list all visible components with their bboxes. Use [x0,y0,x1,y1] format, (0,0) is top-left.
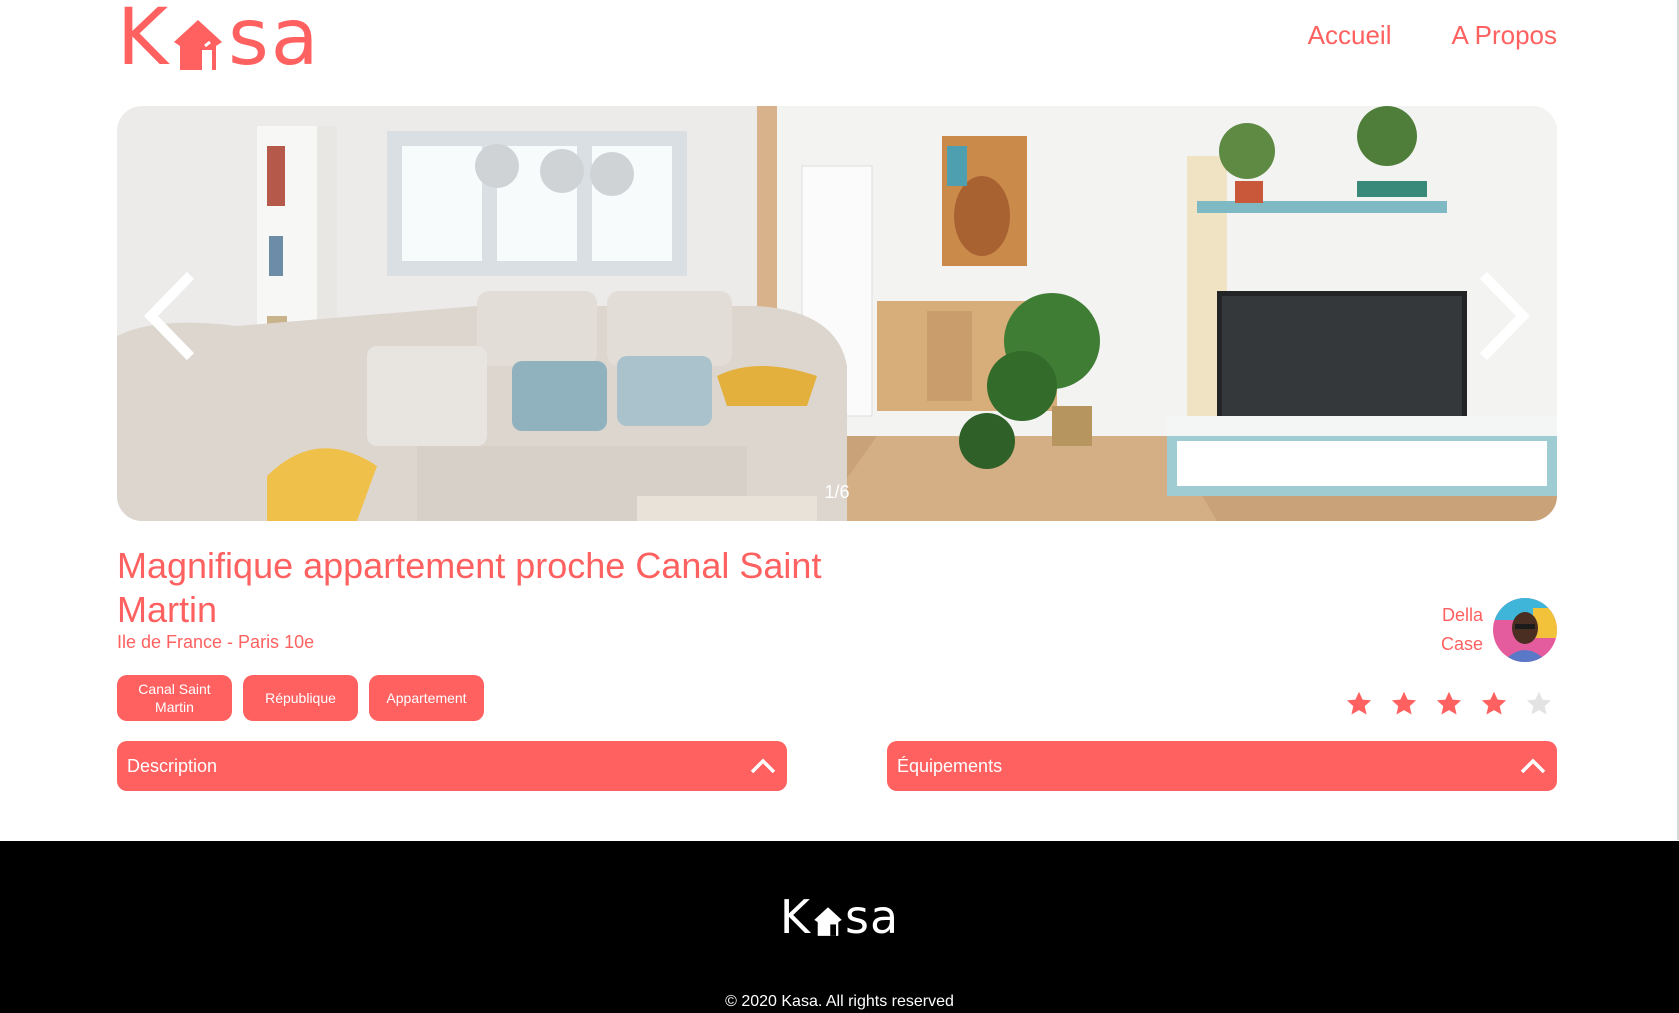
equipments-collapse-label: Équipements [897,755,1003,776]
kasa-logo[interactable]: K sa [117,0,321,83]
host-info: Della Case [1431,598,1557,662]
slide-counter: 1/6 [824,482,850,502]
star-filled-icon [1346,691,1372,715]
footer-logo-letter-k: K [779,890,811,944]
equipments-collapse[interactable]: Équipements [887,741,1557,791]
chevron-up-icon[interactable] [749,757,777,775]
tag-list: Canal Saint Martin République Appartemen… [117,675,484,721]
chevron-up-icon[interactable] [1519,757,1547,775]
description-collapse[interactable]: Description [117,741,787,791]
star-filled-icon [1391,691,1417,715]
site-footer: K sa © 2020 Kasa. All rights reserved [0,841,1679,1013]
main-nav: Accueil A Propos [1308,20,1557,51]
logo-letter-k: K [117,0,171,83]
logo-letters-sa: sa [228,0,321,83]
star-filled-icon [1436,691,1462,715]
host-last-name: Case [1440,634,1483,654]
star-filled-icon [1481,691,1507,715]
description-collapse-label: Description [127,755,218,776]
host-name: Della Case [1431,601,1483,659]
nav-link-a-propos[interactable]: A Propos [1451,20,1557,51]
footer-logo: K sa [0,890,1679,944]
rating-stars [1345,690,1553,718]
nav-link-accueil[interactable]: Accueil [1308,20,1392,51]
photo-carousel: 1/6 [117,106,1557,521]
tag: Appartement [369,675,484,721]
next-arrow-icon[interactable] [1475,271,1535,361]
house-icon [814,907,842,936]
avatar [1493,598,1557,662]
apartment-photo [117,106,1557,521]
house-icon [174,20,223,70]
listing-location: Ile de France - Paris 10e [117,632,315,652]
previous-arrow-icon[interactable] [139,271,199,361]
listing-title: Magnifique appartement proche Canal Sain… [117,545,822,630]
footer-logo-letters-sa: sa [845,890,900,944]
star-empty-icon [1526,691,1552,715]
tag: Canal Saint Martin [117,675,232,721]
site-header: K sa Accueil A Propos [117,0,1557,80]
copyright-text: © 2020 Kasa. All rights reserved [725,993,954,1010]
host-first-name: Della [1441,605,1483,625]
tag: République [243,675,358,721]
